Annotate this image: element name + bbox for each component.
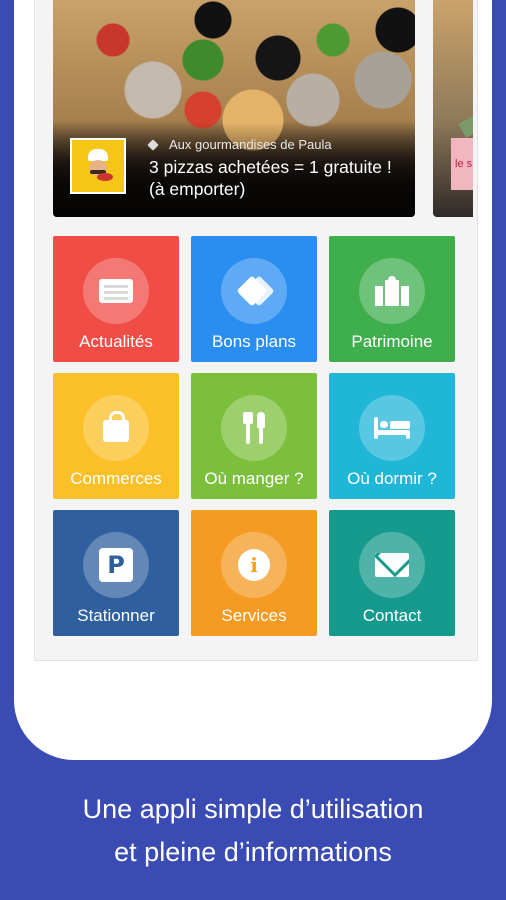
tile-bons-plans[interactable]: Bons plans xyxy=(191,236,317,362)
tag-icon xyxy=(149,140,161,150)
tile-label: Commerces xyxy=(70,469,162,488)
promo-banner[interactable]: Aux gourmandises de Paula 3 pizzas achet… xyxy=(53,0,415,217)
parking-icon: P xyxy=(99,548,133,582)
shopping-bag-icon xyxy=(103,411,129,442)
menu-grid: Actualités Bons plans Patrimoine Commerc… xyxy=(53,236,455,636)
tile-label: Actualités xyxy=(79,332,153,351)
tile-stationner[interactable]: P Stationner xyxy=(53,510,179,636)
promo-caption: Une appli simple d’utilisation et pleine… xyxy=(0,788,506,874)
tile-label: Contact xyxy=(362,606,422,625)
tile-label: Où dormir ? xyxy=(347,469,437,488)
caption-line-2: et pleine d’informations xyxy=(114,837,392,867)
tile-label: Services xyxy=(221,606,287,625)
tile-icon-circle xyxy=(221,258,287,324)
tile-icon-circle xyxy=(83,395,149,461)
tile-icon-circle xyxy=(359,258,425,324)
tile-ou-dormir[interactable]: Où dormir ? xyxy=(329,373,455,499)
tile-label: Stationner xyxy=(77,606,155,625)
tile-label: Bons plans xyxy=(211,332,297,351)
tile-label: Où manger ? xyxy=(204,469,304,488)
banner-category: Aux gourmandises de Paula xyxy=(149,137,411,152)
tile-services[interactable]: i Services xyxy=(191,510,317,636)
info-icon: i xyxy=(238,549,270,581)
cutlery-icon xyxy=(239,412,269,444)
bed-icon xyxy=(374,417,410,439)
envelope-icon xyxy=(375,553,409,577)
tile-ou-manger[interactable]: Où manger ? xyxy=(191,373,317,499)
banner-title: 3 pizzas achetées = 1 gratuite ! (à empo… xyxy=(149,157,392,199)
tile-contact[interactable]: Contact xyxy=(329,510,455,636)
chef-logo-icon xyxy=(83,149,113,183)
caption-line-1: Une appli simple d’utilisation xyxy=(82,794,424,824)
tile-commerces[interactable]: Commerces xyxy=(53,373,179,499)
building-icon xyxy=(375,276,409,306)
tile-icon-circle: i xyxy=(221,532,287,598)
merchant-logo xyxy=(70,138,126,194)
banner-text: Aux gourmandises de Paula 3 pizzas achet… xyxy=(149,137,411,200)
tile-icon-circle xyxy=(359,532,425,598)
tile-actualites[interactable]: Actualités xyxy=(53,236,179,362)
next-banner-label: le s xyxy=(451,138,473,190)
tile-icon-circle xyxy=(359,395,425,461)
next-banner-card[interactable]: le s xyxy=(433,0,473,217)
tags-icon xyxy=(239,276,269,306)
newspaper-icon xyxy=(99,279,133,303)
tile-patrimoine[interactable]: Patrimoine xyxy=(329,236,455,362)
tile-icon-circle xyxy=(221,395,287,461)
banner-category-label: Aux gourmandises de Paula xyxy=(169,137,332,152)
tile-icon-circle xyxy=(83,258,149,324)
tile-label: Patrimoine xyxy=(351,332,433,351)
tile-icon-circle: P xyxy=(83,532,149,598)
